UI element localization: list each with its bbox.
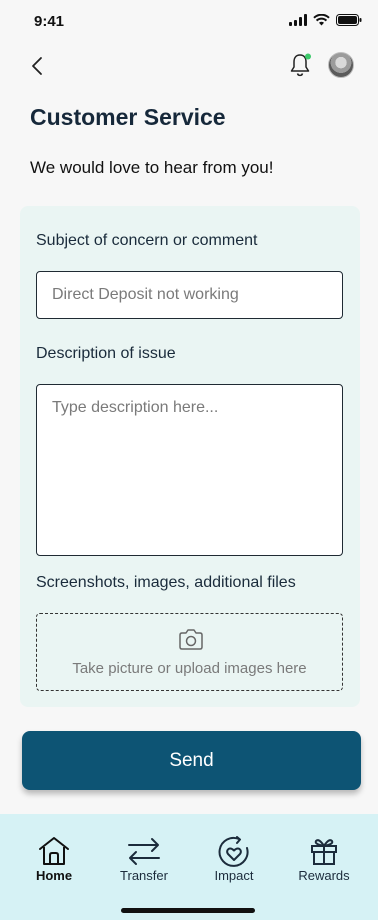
description-label: Description of issue bbox=[36, 345, 176, 362]
back-chevron-icon[interactable] bbox=[26, 54, 50, 78]
subject-input[interactable] bbox=[36, 271, 343, 319]
tab-transfer-label: Transfer bbox=[120, 868, 168, 883]
tab-transfer[interactable]: Transfer bbox=[104, 814, 184, 894]
page-subtitle: We would love to hear from you! bbox=[30, 158, 274, 177]
status-icons bbox=[289, 14, 362, 26]
home-icon bbox=[39, 837, 69, 865]
cellular-signal-icon bbox=[289, 14, 307, 26]
description-textarea[interactable] bbox=[36, 384, 343, 556]
subject-label: Subject of concern or comment bbox=[36, 232, 258, 249]
status-bar: 9:41 bbox=[0, 0, 378, 44]
tab-home[interactable]: Home bbox=[14, 814, 94, 894]
camera-icon bbox=[179, 629, 203, 650]
bottom-tab-bar: Home Transfer Impact Rewards bbox=[0, 814, 378, 920]
tab-impact-label: Impact bbox=[214, 868, 254, 883]
send-button[interactable]: Send bbox=[22, 731, 361, 790]
home-indicator bbox=[121, 908, 255, 913]
tab-home-label: Home bbox=[35, 868, 73, 883]
page-title: Customer Service bbox=[30, 104, 226, 130]
tab-rewards-label: Rewards bbox=[298, 868, 350, 883]
tab-impact[interactable]: Impact bbox=[194, 814, 274, 894]
upload-hint-text: Take picture or upload images here bbox=[72, 660, 307, 677]
avatar[interactable] bbox=[328, 52, 354, 78]
transfer-icon bbox=[128, 838, 160, 865]
wifi-icon bbox=[313, 14, 330, 26]
upload-dropzone[interactable]: Take picture or upload images here bbox=[36, 613, 343, 691]
impact-icon bbox=[218, 836, 249, 867]
tab-rewards[interactable]: Rewards bbox=[284, 814, 364, 894]
notification-bell-icon[interactable] bbox=[287, 52, 313, 78]
battery-icon bbox=[336, 14, 362, 26]
files-label: Screenshots, images, additional files bbox=[36, 574, 296, 591]
status-time: 9:41 bbox=[34, 13, 65, 30]
top-nav bbox=[0, 46, 378, 86]
gift-icon bbox=[311, 839, 337, 865]
